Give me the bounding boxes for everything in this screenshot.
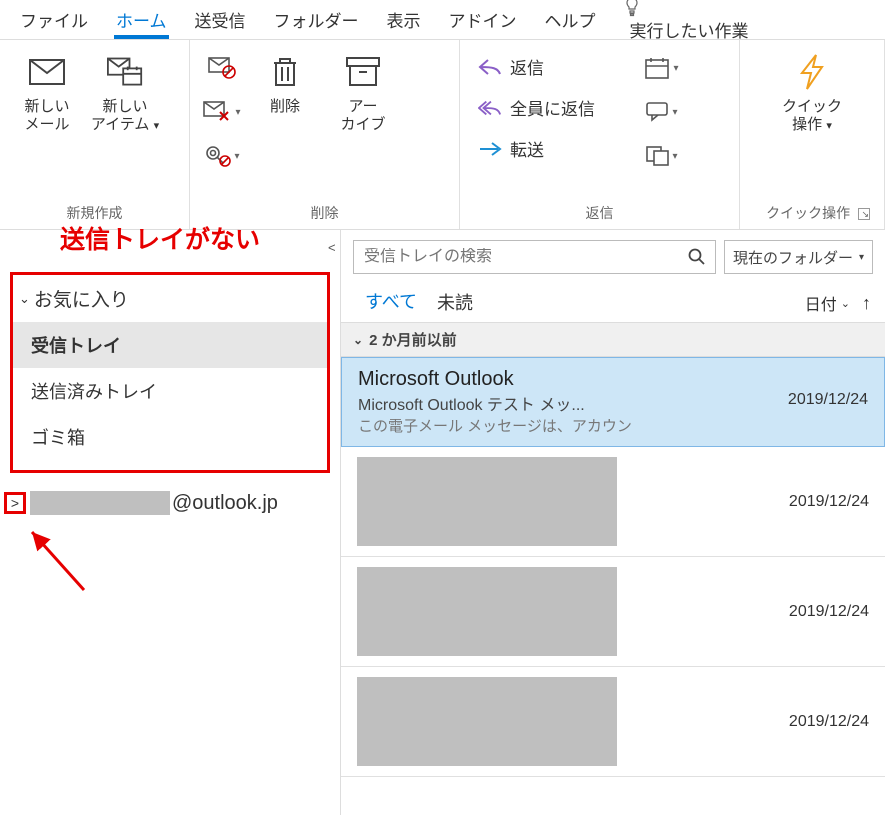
folder-sent[interactable]: 送信済みトレイ [13,368,327,414]
search-box[interactable] [353,240,716,274]
chevron-down-icon: ⌄ [841,297,850,310]
folder-inbox[interactable]: 受信トレイ [13,322,327,368]
annotation-text: 送信トレイがない [60,220,260,256]
message-group-header[interactable]: ⌄ 2 か月前以前 [341,322,885,357]
delete-button[interactable]: 削除 [246,44,324,116]
account-name-redacted [30,491,170,515]
search-scope-dropdown[interactable]: 現在のフォルダー ▾ [724,240,873,274]
reply-label: 返信 [510,54,544,79]
lightbulb-icon [624,0,749,17]
annotation-arrow-icon [24,520,104,600]
tab-folder[interactable]: フォルダー [260,1,373,38]
cleanup-button[interactable]: ▾ [202,94,242,130]
archive-button[interactable]: アー カイブ [324,44,402,134]
account-row[interactable]: > @outlook.jp [4,491,336,515]
chevron-down-icon: ▾ [859,252,864,263]
sort-direction-icon[interactable]: ↑ [862,293,871,314]
reply-group-label: 返信 [468,199,731,227]
tab-file[interactable]: ファイル [6,1,102,38]
more-button[interactable]: ▾ [642,138,682,174]
message-date: 2019/12/24 [788,391,868,415]
forward-button[interactable]: 転送 [472,132,634,165]
lightning-icon [794,54,830,90]
tab-home[interactable]: ホーム [102,1,181,38]
meeting-button[interactable]: ▾ [642,50,682,86]
archive-label: アー カイブ [340,98,385,134]
quick-label: クイック 操作 ▾ [782,98,842,134]
junk-button[interactable]: ▾ [202,138,242,174]
archive-icon [345,54,381,90]
favorites-header[interactable]: ⌄ お気に入り [13,275,327,322]
reply-all-label: 全員に返信 [510,95,595,120]
message-date: 2019/12/24 [789,493,869,511]
reply-all-button[interactable]: 全員に返信 [472,91,634,124]
ignore-button[interactable] [202,50,242,86]
group-label: 2 か月前以前 [369,329,457,350]
reply-all-icon [478,96,502,120]
favorites-box: ⌄ お気に入り 受信トレイ 送信済みトレイ ゴミ箱 [10,272,330,473]
tab-bar: ファイル ホーム 送受信 フォルダー 表示 アドイン ヘルプ 実行したい作業 [0,0,885,40]
account-expand-icon[interactable]: > [4,492,26,514]
tab-sendreceive[interactable]: 送受信 [181,1,260,38]
mail-icon [29,54,65,90]
message-item[interactable]: Microsoft Outlook Microsoft Outlook テスト … [341,357,885,447]
message-item[interactable]: 2019/12/24 [341,557,885,667]
new-mail-button[interactable]: 新しい メール [8,44,86,134]
sort-label: 日付 [805,291,837,315]
new-item-button[interactable]: 新しい アイテム ▾ [86,44,164,134]
message-from: Microsoft Outlook [358,368,868,391]
new-mail-label: 新しい メール [24,98,69,134]
scope-label: 現在のフォルダー [733,247,853,268]
message-subject: Microsoft Outlook テスト メッ... [358,391,780,415]
search-icon[interactable] [679,248,715,266]
filter-all-tab[interactable]: すべて [355,282,427,325]
reply-button[interactable]: 返信 [472,50,634,83]
sort-button[interactable]: 日付 ⌄ [805,291,850,315]
nav-pane: 送信トレイがない ⌄ お気に入り 受信トレイ 送信済みトレイ ゴミ箱 > @ou… [0,230,340,815]
tab-view[interactable]: 表示 [373,1,435,38]
mail-calendar-icon [107,54,143,90]
search-input[interactable] [354,248,679,266]
filter-unread-tab[interactable]: 未読 [427,283,483,323]
delete-label: 削除 [270,98,300,116]
chevron-down-icon: ⌄ [353,333,363,347]
message-date: 2019/12/24 [789,603,869,621]
reply-icon [478,55,502,79]
message-item[interactable]: 2019/12/24 [341,447,885,557]
im-button[interactable]: ▾ [642,94,682,130]
folder-trash[interactable]: ゴミ箱 [13,414,327,460]
forward-label: 転送 [510,136,544,161]
message-list-pane: 現在のフォルダー ▾ すべて 未読 日付 ⌄ ↑ ⌄ 2 か月前以前 Micro… [340,230,885,815]
forward-icon [478,137,502,161]
content: < 送信トレイがない ⌄ お気に入り 受信トレイ 送信済みトレイ ゴミ箱 > @… [0,230,885,815]
tellme-label: 実行したい作業 [630,22,749,41]
quick-steps-button[interactable]: クイック 操作 ▾ [762,44,862,134]
trash-icon [267,54,303,90]
favorites-label: お気に入り [34,285,129,312]
account-domain: @outlook.jp [172,492,278,515]
dialog-launcher-icon[interactable]: ↘ [858,208,870,220]
message-date: 2019/12/24 [789,713,869,731]
chevron-down-icon: ⌄ [19,291,30,307]
quick-group-label: クイック操作 ↘ [748,199,876,227]
tab-addin[interactable]: アドイン [435,1,531,38]
message-item[interactable]: 2019/12/24 [341,667,885,777]
tab-help[interactable]: ヘルプ [531,1,610,38]
ribbon: 新しい メール 新しい アイテム ▾ 新規作成 ▾ [0,40,885,230]
new-item-label: 新しい アイテム ▾ [91,98,159,134]
tab-tellme[interactable]: 実行したい作業 [610,0,763,48]
message-preview: この電子メール メッセージは、アカウン [358,415,868,436]
